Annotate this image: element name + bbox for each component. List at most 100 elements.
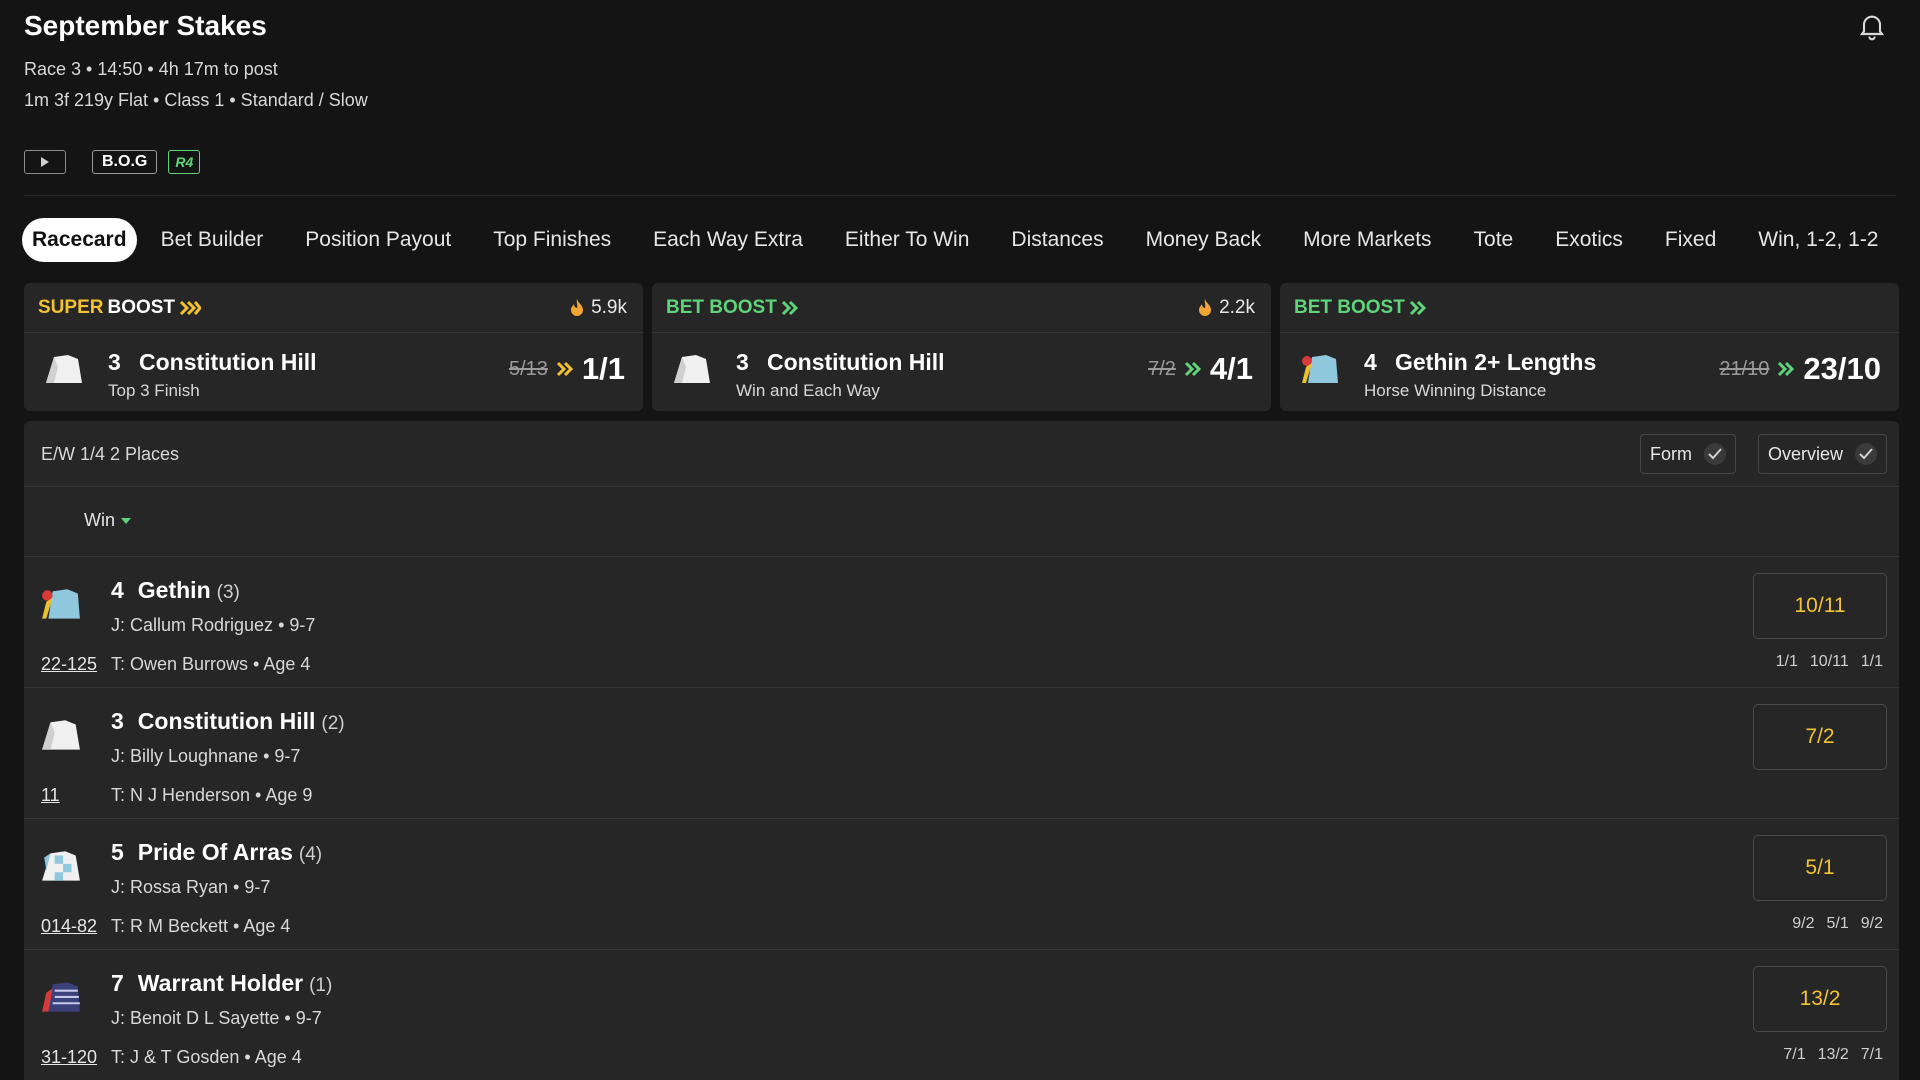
jockey-silk-icon [42,851,80,881]
runner-name[interactable]: Pride Of Arras [138,839,293,866]
runner-row[interactable]: 4 Gethin (3) J: Callum Rodriguez • 9-7 2… [24,557,1899,688]
boost-label: BET BOOST [1294,297,1427,319]
odds-history-item: 10/11 [1809,653,1849,670]
double-chevron-icon [1409,300,1426,316]
racecard-header: E/W 1/4 2 Places Form Overview [24,421,1899,487]
boost-card[interactable]: BET BOOST 4 Gethin 2+ Lengths Horse Winn… [1280,283,1899,411]
runner-number: 3 [111,708,124,734]
runner-number: 4 [1364,349,1377,375]
odds-history-item: 9/2 [1860,915,1883,932]
boost-body: 3 Constitution Hill Win and Each Way 7/2… [652,333,1271,411]
boost-body: 4 Gethin 2+ Lengths Horse Winning Distan… [1280,333,1899,411]
runner-draw: (1) [309,975,333,996]
runner-number: 3 [736,349,749,375]
overview-toggle[interactable]: Overview [1757,434,1887,474]
old-odds: 21/10 [1719,357,1770,380]
boost-card[interactable]: BET BOOST 2.2k 3 Constitution Hill Win a… [652,283,1271,411]
page-title: September Stakes [24,10,267,41]
runner-row[interactable]: 5 Pride Of Arras (4) J: Rossa Ryan • 9-7… [24,819,1899,950]
boost-count: 5.9k [591,297,627,318]
flame-icon [571,299,584,316]
sort-dropdown[interactable]: Win [84,510,132,531]
tab-money-back[interactable]: Money Back [1137,218,1271,262]
odds-button[interactable]: 5/1 [1753,835,1887,901]
odds-button[interactable]: 13/2 [1753,966,1887,1032]
overview-toggle-label: Overview [1767,443,1843,464]
jockey-silk-icon [42,589,80,619]
runner-number: 4 [111,577,124,603]
boost-word: BET BOOST [1294,297,1405,318]
runner-name[interactable]: Constitution Hill [138,708,316,735]
trainer-info: T: Owen Burrows • Age 4 [111,654,311,674]
boost-odds[interactable]: 21/10 23/10 [1719,351,1881,387]
boost-label: BET BOOST [666,297,799,319]
runner-row[interactable]: 7 Warrant Holder (1) J: Benoit D L Sayet… [24,950,1899,1080]
form-link[interactable]: 014-82 [41,916,97,937]
boost-header: SUPER BOOST 5.9k [24,283,643,333]
runner-draw: (2) [321,713,345,734]
boost-odds[interactable]: 5/13 1/1 [509,351,625,387]
tab-each-way-extra[interactable]: Each Way Extra [644,218,812,262]
check-icon [1855,443,1877,465]
boost-market: Win and Each Way [736,381,880,400]
jockey-silk-icon [42,982,80,1012]
sort-row: Win [24,487,1899,557]
racecard-panel: E/W 1/4 2 Places Form Overview Win 4 Get… [24,421,1899,1080]
odds-button[interactable]: 7/2 [1753,704,1887,770]
tab-fixed[interactable]: Fixed [1656,218,1725,262]
jockey-silk-icon [1302,355,1338,383]
odds-button[interactable]: 10/11 [1753,573,1887,639]
jockey-info: J: Callum Rodriguez • 9-7 [111,615,316,635]
jockey-info: J: Benoit D L Sayette • 9-7 [111,1008,322,1028]
runner-name[interactable]: Warrant Holder [138,970,303,997]
runner-title: 3 Constitution Hill (2) [111,708,345,735]
old-odds: 5/13 [508,357,548,380]
trainer-info: T: J & T Gosden • Age 4 [111,1047,302,1067]
new-odds: 1/1 [581,351,625,386]
tab-exotics[interactable]: Exotics [1546,218,1632,262]
form-link[interactable]: 31-120 [41,1047,97,1068]
tab-more-markets[interactable]: More Markets [1294,218,1440,262]
boost-count: 2.2k [1219,297,1255,318]
double-chevron-icon [1184,361,1202,377]
each-way-terms: E/W 1/4 2 Places [41,444,180,464]
runner-title: 7 Warrant Holder (1) [111,970,332,997]
super-label: SUPER [38,297,104,318]
odds-history-item: 9/2 [1792,915,1815,932]
jockey-silk-icon [674,355,710,383]
double-chevron-icon [1778,361,1795,377]
odds-history-item: 13/2 [1817,1046,1849,1063]
double-chevron-icon [179,300,202,316]
old-odds: 7/2 [1148,357,1176,380]
tab-distances[interactable]: Distances [1002,218,1112,262]
race-conditions: 1m 3f 219y Flat • Class 1 • Standard / S… [24,90,368,110]
runner-number: 5 [111,839,124,865]
boost-word: BOOST [107,297,176,318]
runner-row[interactable]: 3 Constitution Hill (2) J: Billy Loughna… [24,688,1899,819]
new-odds: 23/10 [1803,351,1881,386]
jockey-silk-icon [46,355,82,383]
boost-cards: SUPER BOOST 5.9k 3 Constitution Hill Top… [24,283,1899,411]
tab-bet-builder[interactable]: Bet Builder [152,218,273,262]
boost-card[interactable]: SUPER BOOST 5.9k 3 Constitution Hill Top… [24,283,643,411]
tab-position-payout[interactable]: Position Payout [296,218,460,262]
bell-icon[interactable] [1856,10,1888,42]
tab-win-forecast[interactable]: Win, 1-2, 1-2 [1749,218,1887,262]
double-chevron-icon [556,361,574,377]
runner-draw: (3) [216,582,240,603]
tab-tote[interactable]: Tote [1465,218,1523,262]
tab-racecard[interactable]: Racecard [22,218,137,262]
new-odds: 4/1 [1209,351,1253,386]
form-link[interactable]: 11 [41,785,60,806]
odds-history-item: 1/1 [1775,653,1798,670]
tab-top-finishes[interactable]: Top Finishes [484,218,620,262]
form-link[interactable]: 22-125 [41,654,97,675]
odds-history-item: 7/1 [1860,1046,1883,1063]
boost-odds[interactable]: 7/2 4/1 [1148,351,1253,387]
runner-number: 3 [108,349,121,375]
runner-name[interactable]: Gethin [138,577,211,604]
boost-popularity: 5.9k [569,297,627,319]
play-button[interactable] [24,150,66,174]
tab-either-to-win[interactable]: Either To Win [836,218,979,262]
form-toggle[interactable]: Form [1640,434,1736,474]
